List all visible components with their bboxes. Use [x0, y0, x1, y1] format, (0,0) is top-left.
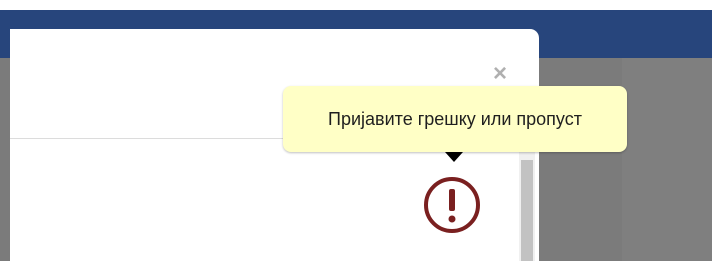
report-error-button[interactable] — [422, 175, 482, 235]
backdrop-column — [622, 58, 712, 261]
report-tooltip-text: Пријавите грешку или пропуст — [328, 109, 582, 129]
report-tooltip: Пријавите грешку или пропуст — [283, 86, 627, 152]
modal-scrollbar-thumb[interactable] — [521, 160, 533, 261]
exclamation-circle-icon — [424, 177, 480, 233]
close-button[interactable]: × — [489, 62, 511, 86]
close-icon: × — [492, 60, 507, 87]
tooltip-arrow — [445, 152, 463, 162]
